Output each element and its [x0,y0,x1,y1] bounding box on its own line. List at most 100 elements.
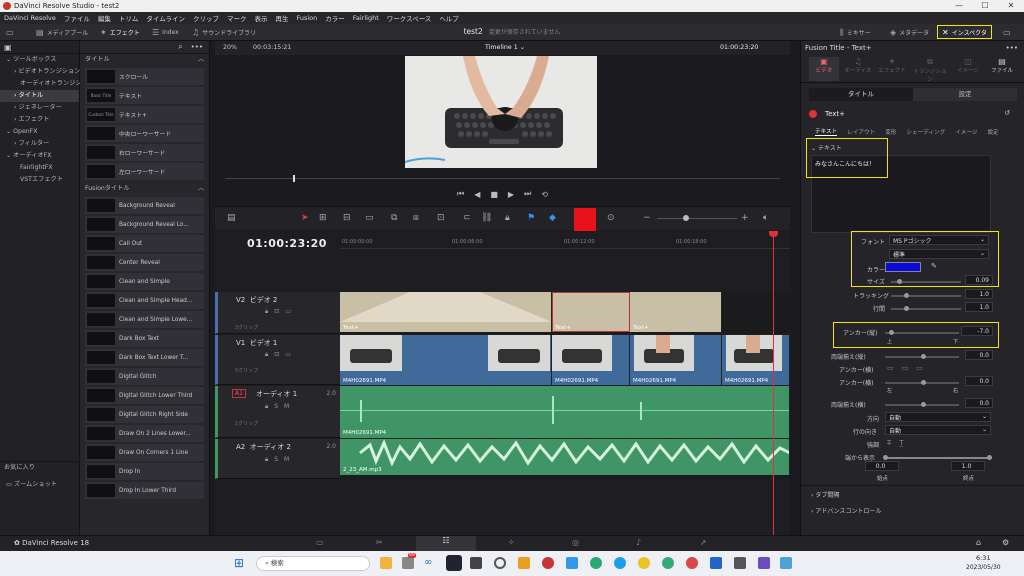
tab-image[interactable]: ◫ イメージ [953,57,983,81]
video-clip[interactable]: M4H02691.MP4 [552,335,630,385]
tracking-field[interactable]: 1.0 [965,289,993,299]
anchor-h-field[interactable]: 0.0 [965,376,993,386]
app-icon[interactable] [566,557,578,569]
menu-item[interactable]: 表示 [250,13,271,23]
fusion-title-item[interactable]: Clean and Simple Head... [85,292,204,309]
taskbar-search[interactable]: ⌕ 検索 [256,556,370,571]
app-icon[interactable] [542,557,554,569]
tab-transition[interactable]: ⧉ トランジション [911,57,949,83]
minimize-icon[interactable]: — [946,0,972,12]
fusion-title-item[interactable]: Drop In [85,463,204,480]
chrome-icon[interactable] [638,557,650,569]
tab-video[interactable]: ▣ ビデオ [809,57,839,81]
flag-icon[interactable]: ⚑ [527,213,535,223]
sidebar-item-video-transitions[interactable]: › ビデオトランジション [0,66,80,78]
text-clip-selected[interactable]: Text+ [552,292,630,332]
app-icon[interactable] [494,557,506,569]
overwrite-clip-icon[interactable]: ⧈ [413,213,419,223]
timeline-view-icon[interactable]: ▤ [227,213,236,223]
line-spacing-slider-knob[interactable] [904,306,909,311]
lock-icon[interactable]: 🔒︎ [265,403,268,411]
fusion-title-item[interactable]: Call Out [85,235,204,252]
align-right-icon[interactable]: ▭ [916,364,923,372]
sidebar-item-fairlightfx[interactable]: FairlightFX [0,162,79,174]
monitor-icon[interactable]: ▭ [285,351,291,359]
menu-item[interactable]: クリップ [189,13,223,23]
menu-item[interactable]: Fairlight [349,14,383,22]
home-icon[interactable]: ⌂ [976,538,981,547]
app-icon[interactable] [734,557,746,569]
fusion-title-item[interactable]: Center Reveal [85,254,204,271]
app-icon[interactable] [780,557,792,569]
sidebar-item-vst[interactable]: VSTエフェクト [0,174,79,186]
fusion-title-item[interactable]: Dark Box Text [85,330,204,347]
fusion-title-item[interactable]: Background Reveal [85,197,204,214]
fairlight-page-icon[interactable]: ♪ [636,538,641,547]
zoom-level[interactable]: 20% [223,44,237,51]
node-tab-image[interactable]: イメージ [955,128,977,136]
mute-button[interactable]: M [284,403,289,411]
fusion-title-item[interactable]: Dark Box Text Lower T... [85,349,204,366]
line-spacing-slider[interactable] [891,308,961,310]
node-tab-settings[interactable]: 設定 [987,128,998,136]
line-direction-select[interactable]: 自動 ⌄ [885,425,991,435]
blade-tool-icon[interactable]: ▭ [365,213,374,223]
play-icon[interactable]: ▶ [508,190,514,199]
menu-item[interactable]: マーク [223,13,251,23]
write-on-end-knob[interactable] [987,455,992,460]
clock-time[interactable]: 6:31 [976,554,991,562]
favorite-item-zoom-shot[interactable]: ▭ ズームショット [0,479,80,491]
align-center-icon[interactable]: ▭ [902,364,909,372]
advanced-controls-section[interactable]: › アドバンスコントロール [811,506,882,515]
subtab-title[interactable]: タイトル [809,88,913,101]
tracking-slider[interactable] [891,295,961,297]
reset-icon[interactable]: ↺ [1004,109,1010,117]
fusion-title-item[interactable]: Draw On 2 Lines Lower... [85,425,204,442]
sidebar-item-audio-transitions[interactable]: オーディオトランジション [0,78,94,90]
zoom-slider-knob[interactable] [683,215,689,221]
color-page-icon[interactable]: ◎ [572,538,579,547]
go-to-end-icon[interactable]: ⏭ [524,189,531,199]
edit-page-icon[interactable]: ☷ [416,536,476,551]
metadata-button[interactable]: ◈ メタデータ [890,27,929,38]
track-header-a2[interactable]: A2 オーディオ 2 2.0 🔒︎ S M [215,439,340,479]
menu-item[interactable]: カラー [321,13,349,23]
write-on-range-slider[interactable] [885,457,991,459]
marker-icon[interactable]: ◆ [549,213,556,223]
title-item[interactable]: Custom Title テキスト+ [85,106,204,123]
mixer-button[interactable]: ⫼ ミキサー [840,27,871,38]
tab-effects[interactable]: ✶ エフェクト [877,57,907,81]
underline-icon[interactable]: T̲ [899,439,903,447]
track-lane-a1[interactable]: M4H02691.MP4 [340,386,790,438]
title-item[interactable]: スクロール [85,68,204,85]
track-header-a1[interactable]: A1 オーディオ 1 2.0 🔒︎ S M 1クリップ [215,386,340,438]
video-preview[interactable] [405,56,597,168]
lock-icon[interactable]: 🔒︎ [265,456,268,464]
chrome-icon[interactable] [686,557,698,569]
tracking-slider-knob[interactable] [904,293,909,298]
fusion-title-item[interactable]: Draw On Corners 1 Line [85,444,204,461]
justify-h-field[interactable]: 0.0 [965,398,993,408]
dynamic-trim-icon[interactable]: ⊟ [343,213,351,223]
sidebar-item-effects[interactable]: › エフェクト [0,114,79,126]
davinci-taskbar-icon[interactable] [446,555,462,571]
more-options-icon[interactable]: ••• [1006,44,1018,52]
zoom-out-icon[interactable]: − [643,213,651,223]
trim-tool-icon[interactable]: ⊞ [319,213,327,223]
fusion-title-item[interactable]: Digital Glitch [85,368,204,385]
more-options-icon[interactable]: ••• [191,43,203,51]
write-on-start-field[interactable]: 0.0 [865,461,899,471]
menu-item[interactable]: Fusion [292,14,321,22]
audio-clip[interactable]: 2_23_AM.mp3 [340,439,790,475]
timeline-ruler[interactable]: 01:00:00:00 01:00:06:00 01:00:12:00 01:0… [340,231,790,249]
menu-item[interactable]: DaVinci Resolve [0,14,60,22]
stop-icon[interactable]: ■ [490,190,498,199]
node-enable-toggle[interactable] [809,110,817,118]
node-tab-transform[interactable]: 変形 [885,128,896,136]
monitor-icon[interactable]: ▭ [285,308,291,316]
app-icon[interactable] [402,557,414,569]
zoom-in-icon[interactable]: + [741,213,749,223]
direction-select[interactable]: 自動 ⌄ [885,412,991,422]
deliver-page-icon[interactable]: ➚ [700,538,707,547]
settings-icon[interactable]: ⚙ [1002,538,1009,547]
